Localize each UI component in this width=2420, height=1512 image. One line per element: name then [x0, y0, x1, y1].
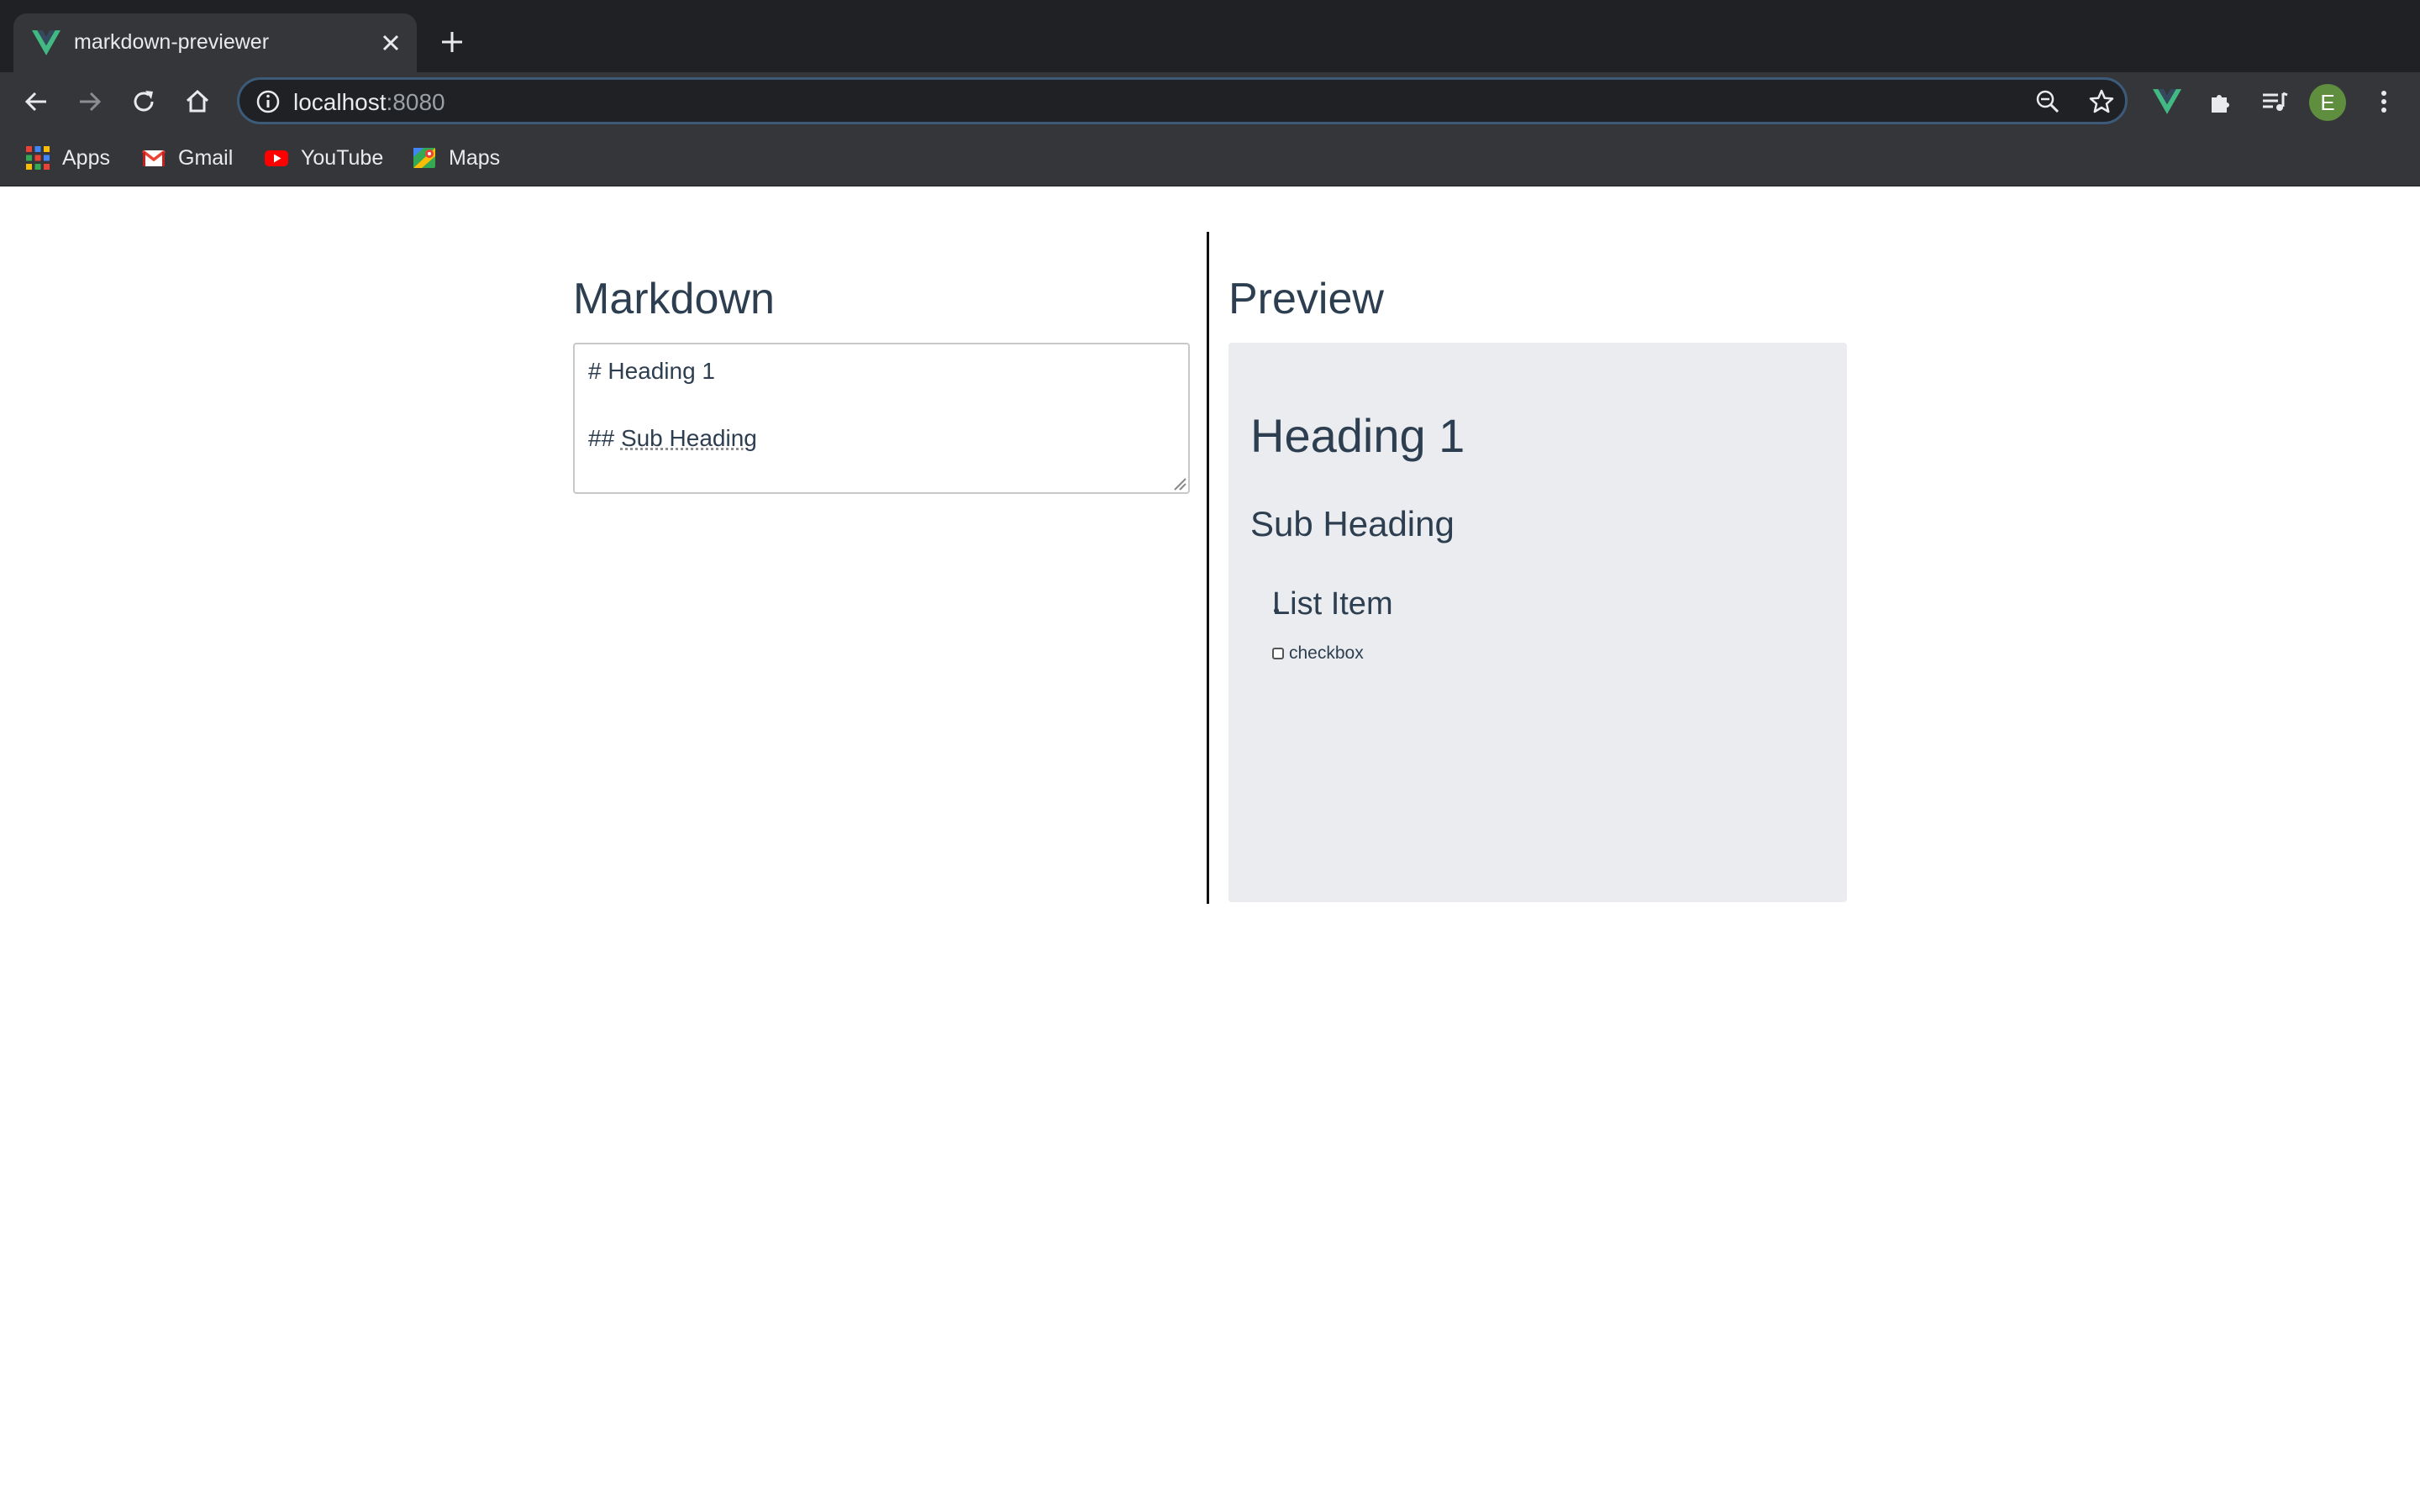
- vue-extension-icon: [2153, 89, 2181, 114]
- bookmark-label: Apps: [62, 145, 110, 170]
- editor-blank-line: [588, 388, 1175, 422]
- puzzle-icon: [2212, 95, 2229, 113]
- editor-line-prefix: ##: [588, 425, 621, 451]
- bookmark-maps[interactable]: Maps: [412, 143, 500, 173]
- playlist-icon: [2263, 92, 2288, 111]
- checkbox[interactable]: [1272, 648, 1284, 659]
- checkbox-label: checkbox: [1289, 643, 1364, 663]
- editor-spellcheck-word: Sub Heading: [620, 425, 757, 451]
- resize-handle-icon[interactable]: [1171, 475, 1186, 491]
- more-vert-icon: [2381, 91, 2386, 113]
- preview-checkbox-item: checkbox: [1272, 643, 1364, 664]
- reload-button[interactable]: [126, 84, 161, 119]
- reload-icon: [134, 91, 154, 112]
- bookmark-youtube[interactable]: YouTube: [264, 143, 383, 173]
- preview-pane: Heading 1 Sub Heading List Item checkbox: [1228, 343, 1847, 902]
- editor-line: # Heading 1: [588, 358, 716, 384]
- arrow-right-icon: [80, 92, 102, 112]
- preview-list-item: List Item: [1272, 586, 1393, 622]
- preview-h2: Sub Heading: [1250, 504, 1455, 543]
- bookmark-label: YouTube: [301, 145, 384, 170]
- preview-h1: Heading 1: [1250, 409, 1465, 462]
- menu-button[interactable]: [2366, 84, 2402, 119]
- browser-tab[interactable]: markdown-previewer: [13, 13, 417, 72]
- tab-strip: markdown-previewer: [0, 0, 2420, 72]
- bookmark-label: Maps: [449, 145, 501, 170]
- back-button[interactable]: [18, 84, 54, 119]
- bookmark-label: Gmail: [178, 145, 234, 170]
- profile-avatar[interactable]: E: [2309, 84, 2346, 121]
- apps-grid-icon: [26, 146, 50, 170]
- url-text[interactable]: localhost:8080: [293, 89, 445, 116]
- vue-devtools-extension[interactable]: [2149, 84, 2185, 119]
- preview-heading: Preview: [1228, 275, 1384, 323]
- home-button[interactable]: [180, 84, 215, 119]
- maps-icon: [413, 148, 435, 168]
- close-tab-button[interactable]: [376, 29, 405, 57]
- bookmark-apps[interactable]: Apps: [25, 143, 110, 173]
- markdown-textarea[interactable]: # Heading 1 ## Sub Heading: [573, 343, 1190, 494]
- forward-button[interactable]: [72, 84, 108, 119]
- plus-icon: [442, 32, 462, 52]
- close-icon: [382, 34, 399, 51]
- tab-title: markdown-previewer: [74, 30, 270, 54]
- bookmarks-bar: Apps Gmail YouTube Maps: [0, 131, 2420, 186]
- url-port: :8080: [386, 89, 445, 115]
- gmail-icon: [141, 150, 166, 166]
- zoom-out-icon[interactable]: [2034, 88, 2061, 115]
- vue-logo-icon: [32, 30, 60, 55]
- panel-divider: [1207, 232, 1209, 904]
- star-icon[interactable]: [2088, 88, 2115, 115]
- extensions-button[interactable]: [2203, 84, 2238, 119]
- new-tab-button[interactable]: [435, 25, 469, 59]
- media-controls-button[interactable]: [2257, 84, 2292, 119]
- browser-toolbar: localhost:8080 E: [0, 72, 2420, 131]
- page-content: Markdown # Heading 1 ## Sub Heading Prev…: [0, 186, 2420, 1512]
- info-icon[interactable]: [255, 88, 281, 115]
- url-host: localhost: [293, 89, 387, 115]
- editor-line: ## Sub Heading: [588, 422, 1175, 455]
- home-icon: [186, 89, 209, 113]
- arrow-left-icon: [24, 92, 46, 112]
- bookmark-gmail[interactable]: Gmail: [141, 143, 233, 173]
- youtube-icon: [265, 150, 288, 166]
- address-bar[interactable]: localhost:8080: [237, 77, 2128, 124]
- markdown-heading: Markdown: [573, 275, 775, 323]
